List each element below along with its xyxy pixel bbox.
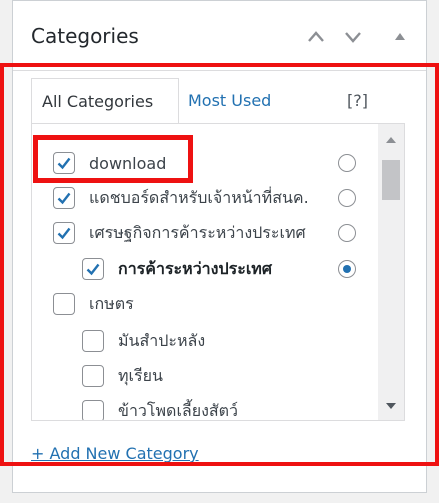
move-up-button[interactable] xyxy=(306,27,326,47)
category-item-feed-corn[interactable]: ข้าวโพดเลี้ยงสัตว์ xyxy=(82,394,239,420)
category-item-international-trade[interactable]: การค้าระหว่างประเทศ xyxy=(82,252,272,286)
category-checklist: download แดชบอร์ดสำหรับเจ้าหน้าที่สนค. เ… xyxy=(31,123,405,421)
category-checkbox[interactable] xyxy=(53,152,75,174)
category-item-download[interactable]: download xyxy=(53,146,166,180)
checkmark-icon xyxy=(57,227,71,240)
category-label: แดชบอร์ดสำหรับเจ้าหน้าที่สนค. xyxy=(89,187,309,207)
help-link[interactable]: [?] xyxy=(347,78,368,124)
categories-panel: Categories All Categories Most Used [?] … xyxy=(12,0,427,493)
category-item-dashboard[interactable]: แดชบอร์ดสำหรับเจ้าหน้าที่สนค. xyxy=(53,181,309,215)
category-checkbox[interactable] xyxy=(82,258,104,280)
checkmark-icon xyxy=(57,192,71,205)
category-item-cassava[interactable]: มันสำปะหลัง xyxy=(82,324,205,358)
scroll-up-arrow-icon[interactable] xyxy=(385,136,397,144)
category-checkbox[interactable] xyxy=(82,330,104,352)
panel-title: Categories xyxy=(31,24,139,48)
category-checkbox[interactable] xyxy=(53,187,75,209)
scroll-down-arrow-icon[interactable] xyxy=(385,402,397,410)
category-checkbox[interactable] xyxy=(82,365,104,387)
category-item-durian[interactable]: ทุเรียน xyxy=(82,359,163,393)
category-tabs: All Categories Most Used [?] xyxy=(31,78,376,124)
make-primary-radio[interactable] xyxy=(338,224,356,242)
category-label: เกษตร xyxy=(89,293,134,313)
category-checkbox[interactable] xyxy=(53,222,75,244)
list-scrollbar[interactable] xyxy=(378,124,404,420)
triangle-up-icon xyxy=(395,33,405,40)
category-label: ข้าวโพดเลี้ยงสัตว์ xyxy=(118,400,239,420)
category-checkbox[interactable] xyxy=(53,293,75,315)
primary-category-radio[interactable] xyxy=(338,260,356,278)
category-item-agriculture[interactable]: เกษตร xyxy=(53,287,134,321)
checkmark-icon xyxy=(86,263,100,276)
chevron-up-icon xyxy=(308,31,324,42)
chevron-down-icon xyxy=(345,32,361,43)
category-label: download xyxy=(89,153,167,173)
toggle-panel-button[interactable] xyxy=(393,29,407,43)
scrollbar-thumb[interactable] xyxy=(382,160,400,200)
category-label: ทุเรียน xyxy=(118,365,163,385)
category-label: การค้าระหว่างประเทศ xyxy=(118,258,272,278)
make-primary-radio[interactable] xyxy=(338,189,356,207)
category-checkbox[interactable] xyxy=(82,400,104,420)
category-label: มันสำปะหลัง xyxy=(118,330,206,350)
tab-all-categories[interactable]: All Categories xyxy=(31,78,179,124)
make-primary-radio[interactable] xyxy=(338,154,356,172)
tab-most-used[interactable]: Most Used xyxy=(188,78,271,124)
category-item-trade-economy[interactable]: เศรษฐกิจการค้าระหว่างประเทศ xyxy=(53,216,306,250)
checkmark-icon xyxy=(57,157,71,170)
category-label: เศรษฐกิจการค้าระหว่างประเทศ xyxy=(89,222,306,242)
add-new-category-link[interactable]: + Add New Category xyxy=(31,444,199,463)
move-down-button[interactable] xyxy=(343,27,363,47)
panel-header: Categories xyxy=(13,1,426,71)
